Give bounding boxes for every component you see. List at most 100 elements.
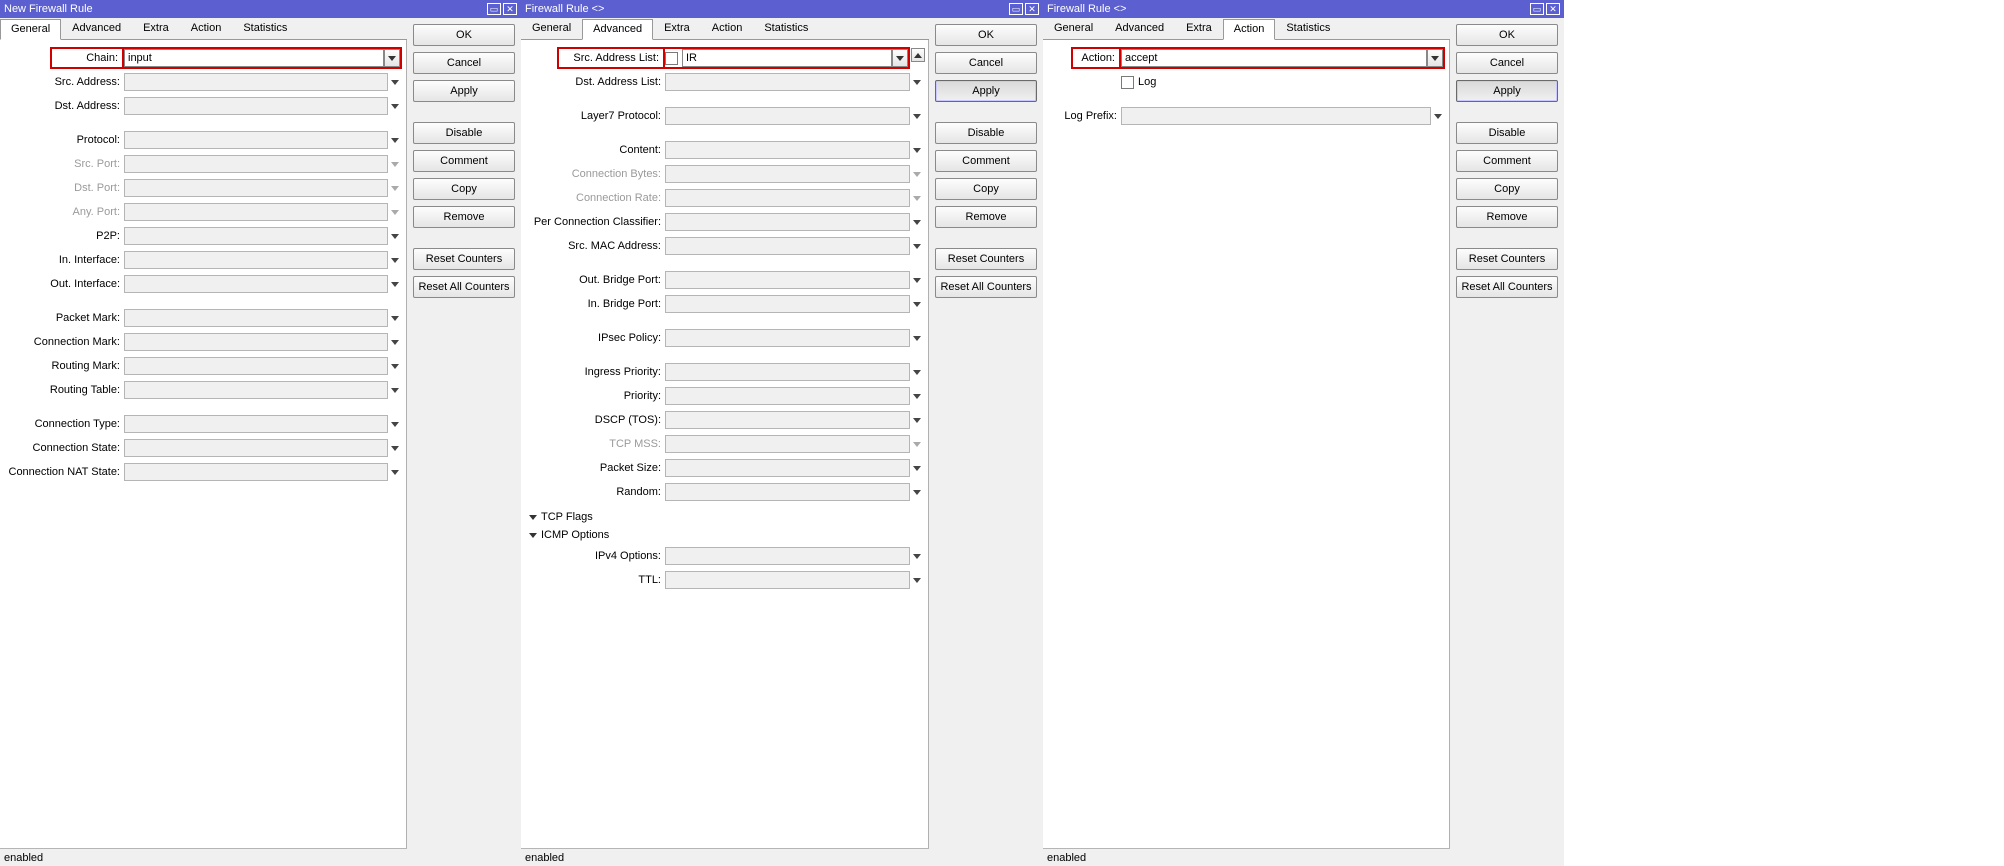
pcc-input[interactable] xyxy=(665,213,910,231)
tab-extra[interactable]: Extra xyxy=(653,18,701,39)
remove-button[interactable]: Remove xyxy=(413,206,515,228)
reset-all-counters-button[interactable]: Reset All Counters xyxy=(935,276,1037,298)
expand-icon[interactable] xyxy=(910,73,924,91)
apply-button[interactable]: Apply xyxy=(935,80,1037,102)
src-mac-input[interactable] xyxy=(665,237,910,255)
tab-extra[interactable]: Extra xyxy=(132,18,180,39)
copy-button[interactable]: Copy xyxy=(1456,178,1558,200)
connection-type-input[interactable] xyxy=(124,415,388,433)
expand-icon[interactable] xyxy=(910,483,924,501)
out-bridge-input[interactable] xyxy=(665,271,910,289)
tab-general[interactable]: General xyxy=(521,18,582,39)
src-address-input[interactable] xyxy=(124,73,388,91)
chain-dropdown-icon[interactable] xyxy=(384,49,400,67)
expand-icon[interactable] xyxy=(388,97,402,115)
ipv4-options-input[interactable] xyxy=(665,547,910,565)
tab-action[interactable]: Action xyxy=(1223,19,1276,40)
scroll-up-icon[interactable] xyxy=(911,48,925,62)
ingress-input[interactable] xyxy=(665,363,910,381)
expand-icon[interactable] xyxy=(388,357,402,375)
dst-address-input[interactable] xyxy=(124,97,388,115)
expand-icon[interactable] xyxy=(388,415,402,433)
remove-button[interactable]: Remove xyxy=(1456,206,1558,228)
reset-all-counters-button[interactable]: Reset All Counters xyxy=(1456,276,1558,298)
tab-general[interactable]: General xyxy=(1043,18,1104,39)
reset-counters-button[interactable]: Reset Counters xyxy=(413,248,515,270)
comment-button[interactable]: Comment xyxy=(1456,150,1558,172)
expand-icon[interactable] xyxy=(388,275,402,293)
ok-button[interactable]: OK xyxy=(935,24,1037,46)
expand-icon[interactable] xyxy=(910,213,924,231)
expand-icon[interactable] xyxy=(910,295,924,313)
expand-icon[interactable] xyxy=(388,251,402,269)
tab-advanced[interactable]: Advanced xyxy=(582,19,653,40)
tcp-flags-section[interactable]: TCP Flags xyxy=(525,508,924,526)
ipsec-input[interactable] xyxy=(665,329,910,347)
log-checkbox[interactable] xyxy=(1121,76,1134,89)
expand-icon[interactable] xyxy=(388,73,402,91)
expand-icon[interactable] xyxy=(388,463,402,481)
close-icon[interactable]: ✕ xyxy=(503,3,517,15)
cancel-button[interactable]: Cancel xyxy=(935,52,1037,74)
expand-icon[interactable] xyxy=(388,227,402,245)
ok-button[interactable]: OK xyxy=(1456,24,1558,46)
out-interface-input[interactable] xyxy=(124,275,388,293)
packet-size-input[interactable] xyxy=(665,459,910,477)
priority-input[interactable] xyxy=(665,387,910,405)
connection-nat-state-input[interactable] xyxy=(124,463,388,481)
packet-mark-input[interactable] xyxy=(124,309,388,327)
disable-button[interactable]: Disable xyxy=(413,122,515,144)
cancel-button[interactable]: Cancel xyxy=(1456,52,1558,74)
in-bridge-input[interactable] xyxy=(665,295,910,313)
disable-button[interactable]: Disable xyxy=(1456,122,1558,144)
close-icon[interactable]: ✕ xyxy=(1025,3,1039,15)
ok-button[interactable]: OK xyxy=(413,24,515,46)
icmp-options-section[interactable]: ICMP Options xyxy=(525,526,924,544)
expand-icon[interactable] xyxy=(388,131,402,149)
expand-icon[interactable] xyxy=(910,387,924,405)
connection-mark-input[interactable] xyxy=(124,333,388,351)
src-address-list-invert-checkbox[interactable] xyxy=(665,52,678,65)
expand-icon[interactable] xyxy=(910,363,924,381)
remove-button[interactable]: Remove xyxy=(935,206,1037,228)
comment-button[interactable]: Comment xyxy=(935,150,1037,172)
reset-all-counters-button[interactable]: Reset All Counters xyxy=(413,276,515,298)
chain-input[interactable]: input xyxy=(124,49,384,67)
comment-button[interactable]: Comment xyxy=(413,150,515,172)
expand-icon[interactable] xyxy=(910,237,924,255)
apply-button[interactable]: Apply xyxy=(1456,80,1558,102)
dscp-input[interactable] xyxy=(665,411,910,429)
tab-action[interactable]: Action xyxy=(180,18,233,39)
src-address-list-input[interactable]: IR xyxy=(682,49,892,67)
expand-icon[interactable] xyxy=(388,309,402,327)
action-input[interactable]: accept xyxy=(1121,49,1427,67)
minimize-icon[interactable]: ▭ xyxy=(487,3,501,15)
minimize-icon[interactable]: ▭ xyxy=(1009,3,1023,15)
protocol-input[interactable] xyxy=(124,131,388,149)
dst-address-list-input[interactable] xyxy=(665,73,910,91)
tab-general[interactable]: General xyxy=(0,19,61,40)
reset-counters-button[interactable]: Reset Counters xyxy=(1456,248,1558,270)
layer7-input[interactable] xyxy=(665,107,910,125)
content-input[interactable] xyxy=(665,141,910,159)
tab-statistics[interactable]: Statistics xyxy=(232,18,298,39)
expand-icon[interactable] xyxy=(910,571,924,589)
apply-button[interactable]: Apply xyxy=(413,80,515,102)
expand-icon[interactable] xyxy=(910,459,924,477)
expand-icon[interactable] xyxy=(910,411,924,429)
expand-icon[interactable] xyxy=(910,141,924,159)
tab-statistics[interactable]: Statistics xyxy=(1275,18,1341,39)
cancel-button[interactable]: Cancel xyxy=(413,52,515,74)
tab-action[interactable]: Action xyxy=(701,18,754,39)
copy-button[interactable]: Copy xyxy=(413,178,515,200)
routing-mark-input[interactable] xyxy=(124,357,388,375)
copy-button[interactable]: Copy xyxy=(935,178,1037,200)
expand-icon[interactable] xyxy=(910,329,924,347)
routing-table-input[interactable] xyxy=(124,381,388,399)
expand-icon[interactable] xyxy=(910,271,924,289)
expand-icon[interactable] xyxy=(910,107,924,125)
reset-counters-button[interactable]: Reset Counters xyxy=(935,248,1037,270)
connection-state-input[interactable] xyxy=(124,439,388,457)
minimize-icon[interactable]: ▭ xyxy=(1530,3,1544,15)
tab-advanced[interactable]: Advanced xyxy=(61,18,132,39)
